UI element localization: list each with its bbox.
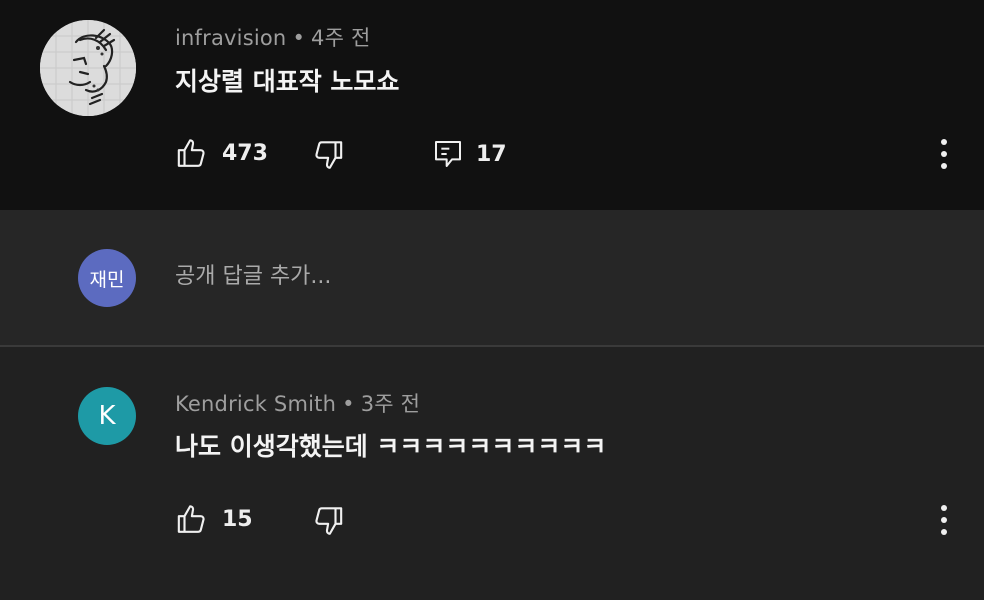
author-name[interactable]: infravision xyxy=(175,26,286,50)
thumbs-up-icon xyxy=(177,505,205,533)
comment-meta: Kendrick Smith • 3주 전 xyxy=(175,388,420,418)
reply-button[interactable]: 17 xyxy=(432,138,507,170)
like-count: 473 xyxy=(222,140,268,166)
author-avatar[interactable]: K xyxy=(78,387,136,445)
reply-count: 17 xyxy=(476,141,507,167)
comment-card-infravision xyxy=(0,0,984,210)
comment-time[interactable]: 3주 전 xyxy=(361,392,420,416)
thumbs-down-icon xyxy=(315,507,343,535)
like-button[interactable]: 473 xyxy=(176,136,268,170)
meta-separator: • xyxy=(292,26,306,50)
current-user-avatar[interactable]: 재민 xyxy=(78,249,136,307)
comment-text: 나도 이생각했는데 ㅋㅋㅋㅋㅋㅋㅋㅋㅋㅋ xyxy=(175,432,607,461)
comment-card-kendrick xyxy=(0,347,984,600)
comment-icon xyxy=(435,141,461,167)
dislike-button[interactable] xyxy=(310,504,344,538)
sketch-portrait-icon xyxy=(40,20,136,116)
more-vertical-icon[interactable] xyxy=(940,139,948,169)
reply-input[interactable] xyxy=(175,264,875,289)
more-vertical-icon[interactable] xyxy=(940,505,948,535)
comment-meta: infravision • 4주 전 xyxy=(175,22,371,52)
author-avatar[interactable] xyxy=(40,20,136,116)
comment-time[interactable]: 4주 전 xyxy=(311,26,370,50)
comment-text: 지상렬 대표작 노모쇼 xyxy=(175,67,400,96)
meta-separator: • xyxy=(342,392,355,416)
like-count: 15 xyxy=(222,506,253,532)
thumbs-up-icon xyxy=(177,139,205,167)
like-button[interactable]: 15 xyxy=(176,502,253,536)
author-name[interactable]: Kendrick Smith xyxy=(175,392,336,416)
current-user-initials: 재민 xyxy=(89,268,125,291)
thumbs-down-icon xyxy=(315,141,343,169)
author-initial: K xyxy=(98,401,116,431)
dislike-button[interactable] xyxy=(310,138,344,172)
